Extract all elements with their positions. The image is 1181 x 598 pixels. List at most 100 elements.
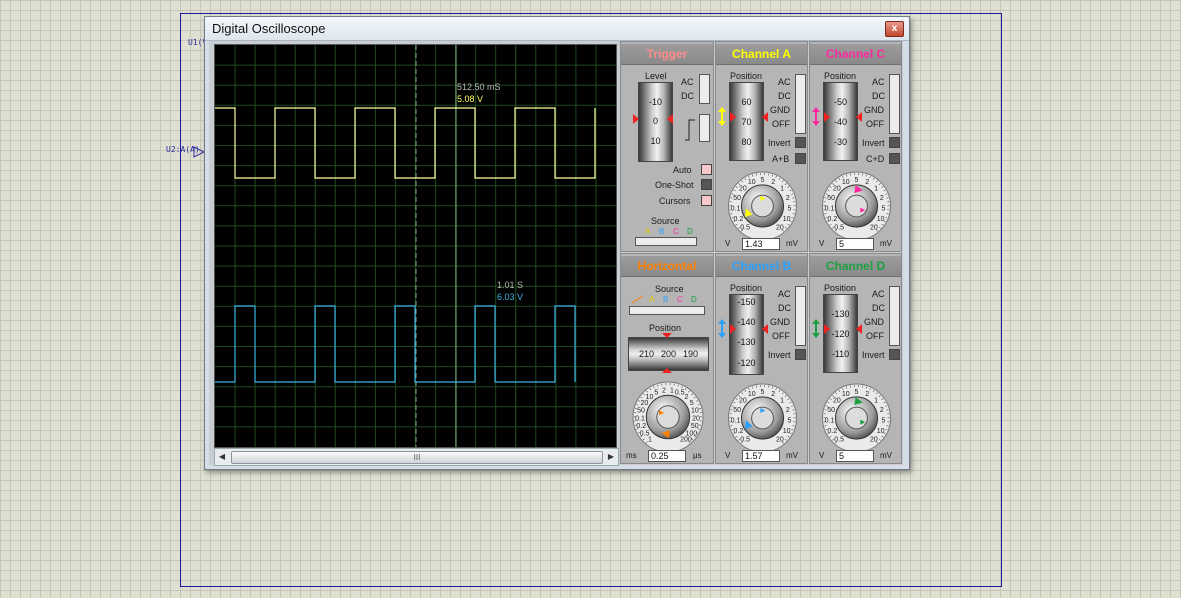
ch-b-gnd[interactable]: GND [770,317,790,327]
channel-c-volts-dial[interactable]: 0.50.20.1502010 5 21251020 [810,164,903,240]
dial-scale-label: 5 [761,177,765,184]
channel-c-coupling-slider[interactable] [889,74,900,134]
drum-tick: 80 [741,137,752,147]
scroll-right-icon[interactable]: ▶ [604,449,618,465]
ch-a-invert-label: Invert [768,138,791,148]
channel-c-invert-button[interactable] [889,137,900,148]
channel-d-invert-button[interactable] [889,349,900,360]
channel-a-volts-dial[interactable]: 0.50.20.1502010 5 21251020 [716,164,809,240]
dial-scale-label: 2 [786,195,790,202]
level-pointer-icon [633,114,673,124]
ch-a-dc[interactable]: DC [778,91,791,101]
timebase-dial[interactable]: 10.50.20.15020105 2 1 0.525102050100200 [621,374,715,452]
window-titlebar[interactable]: Digital Oscilloscope x [205,17,909,41]
ch-b-off[interactable]: OFF [772,331,790,341]
channel-c-combine-button[interactable] [889,153,900,164]
ch-d-unit-mv: mV [880,451,892,460]
dial-scale-label: 1 [780,185,784,192]
one-shot-button[interactable] [701,179,712,190]
ch-b-ac[interactable]: AC [778,289,791,299]
ch-c-ac[interactable]: AC [872,77,885,87]
channel-d-position-label: Position [824,283,857,293]
ch-a-ac[interactable]: AC [778,77,791,87]
channel-d-title: Channel D [810,256,901,277]
channel-b-invert-button[interactable] [795,349,806,360]
ch-d-gnd[interactable]: GND [864,317,884,327]
dial-scale-label: 5 [761,389,765,396]
dial-scale-label: 0.2 [636,423,646,430]
dial-scale-label: 20 [776,225,784,232]
channel-c-pointer-icon [812,107,862,126]
ch-c-dc[interactable]: DC [872,91,885,101]
h-source-b: B [663,295,669,304]
dial-scale-label: 20 [833,185,841,192]
dial-scale-label: 5 [690,400,694,407]
marker2-time: 1.01 S [497,280,524,290]
ch-d-dc[interactable]: DC [872,303,885,313]
scroll-thumb[interactable]: III [231,451,603,464]
channel-b-volts-dial[interactable]: 0.50.20.1502010 5 21251020 [716,376,809,452]
dial-scale-label: 5 [788,418,792,425]
trigger-edge-slider[interactable] [699,114,710,142]
dial-scale-label: 0.1 [825,206,835,213]
auto-button[interactable] [701,164,712,175]
dial-scale-label: 2 [771,179,775,186]
ch-a-off[interactable]: OFF [772,119,790,129]
channel-b-title: Channel B [716,256,807,277]
dial-scale-label: 5 [855,389,859,396]
cursors-button[interactable] [701,195,712,206]
ch-a-gnd[interactable]: GND [770,105,790,115]
dial-scale-label: 50 [827,407,835,414]
horizontal-scrollbar[interactable]: ◀ III ▶ [214,448,619,466]
scroll-left-icon[interactable]: ◀ [215,449,229,465]
marker2-value: 6.03 V [497,292,524,302]
horizontal-source-slider[interactable] [629,306,705,315]
source-b: B [659,227,665,236]
dial-scale-label: 0.1 [731,418,741,425]
scope-display[interactable]: 512.50 mS 5.08 V 1.01 S 6.03 V [214,44,617,448]
drum-tick: -30 [833,137,847,147]
channel-b-coupling-slider[interactable] [795,286,806,346]
scope-canvas [215,45,616,447]
ch-d-ac[interactable]: AC [872,289,885,299]
dial-scale-label: 10 [748,391,756,398]
trigger-coupling-ac[interactable]: AC [681,77,694,87]
trace-channel-a [215,107,596,179]
ch-c-unit-v: V [819,239,825,248]
position-pointer-icon [662,333,672,373]
dial-scale-label: 20 [833,397,841,404]
ch-d-off[interactable]: OFF [866,331,884,341]
ch-c-gnd[interactable]: GND [864,105,884,115]
source-d: D [687,227,693,236]
dial-scale-label: 2 [865,179,869,186]
source-a: A [645,227,651,236]
marker1-time: 512.50 mS [457,82,501,92]
trigger-coupling-dc[interactable]: DC [681,91,694,101]
trigger-source-slider[interactable] [635,237,697,246]
drum-tick: -150 [737,297,756,307]
dial-scale-label: 50 [733,195,741,202]
channel-a-title: Channel A [716,44,807,65]
channel-d-volts-dial[interactable]: 0.50.20.1502010 5 21251020 [810,376,903,452]
grip-icon: III [413,453,421,462]
channel-a-coupling-slider[interactable] [795,74,806,134]
trigger-coupling-slider[interactable] [699,74,710,104]
timebase-readout: 0.25 [648,450,686,462]
ch-b-dc[interactable]: DC [778,303,791,313]
ch-b-unit-v: V [725,451,731,460]
dial-scale-label: 0.1 [635,415,645,422]
dial-scale-label: 5 [654,390,658,397]
channel-a-combine-button[interactable] [795,153,806,164]
trigger-panel: Trigger Level -10 0 10 AC DC Auto One-Sh… [620,41,714,252]
channel-d-coupling-slider[interactable] [889,286,900,346]
ch-c-off[interactable]: OFF [866,119,884,129]
ch-d-unit-v: V [819,451,825,460]
timebase-unit-us: μs [693,451,702,460]
channel-d-readout: 5 [836,450,874,462]
channel-a-invert-button[interactable] [795,137,806,148]
close-button[interactable]: x [885,21,904,37]
dial-scale-label: 0.2 [828,216,838,223]
oscilloscope-window[interactable]: Digital Oscilloscope x 512.50 mS 5.08 V … [204,16,910,470]
drum-tick: 10 [650,136,661,146]
channel-b-panel: Channel B Position -150 -140 -130 -120 A… [715,253,808,464]
